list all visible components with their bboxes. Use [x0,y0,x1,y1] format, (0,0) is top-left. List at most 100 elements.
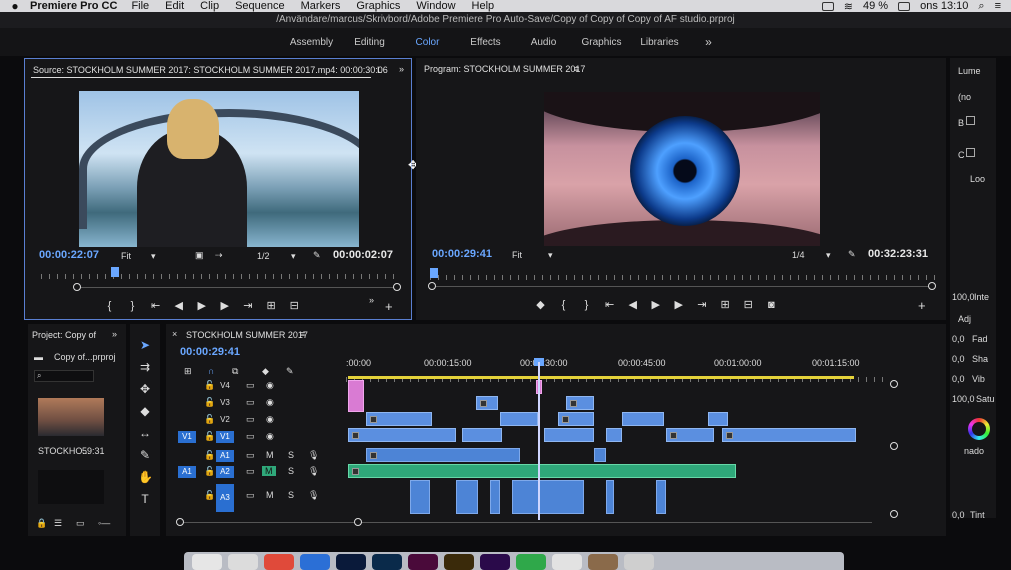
menu-graphics[interactable]: Graphics [356,0,400,12]
workspace-assembly[interactable]: Assembly [283,37,341,48]
go-to-in-icon[interactable]: ⇤ [151,299,160,312]
vibrance-value[interactable]: 0,0 [952,374,965,384]
overwrite-icon[interactable]: ⊟ [290,299,299,312]
step-back-icon[interactable]: ◀ [174,299,183,312]
lumetri-panel-title[interactable]: Lume [958,66,981,76]
lumetri-preset-dropdown[interactable]: (no [958,92,971,102]
video-clip[interactable] [622,412,664,426]
video-clip[interactable] [366,412,432,426]
video-clip[interactable] [566,396,594,410]
icon-view-icon[interactable]: ▭ [76,518,85,529]
microphone-icon[interactable]: 🎙 [308,450,319,461]
lock-icon[interactable]: 🔓 [204,380,215,391]
play-icon[interactable]: ▶ [651,298,660,311]
source-zoom-handle-left[interactable] [73,283,81,291]
audio-clip[interactable] [656,480,666,514]
source-monitor-title[interactable]: Source: STOCKHOLM SUMMER 2017: STOCKHOLM… [33,65,388,75]
timeline-scroll-handle-mid[interactable] [890,442,898,450]
program-monitor-title[interactable]: Program: STOCKHOLM SUMMER 2017 [424,64,585,74]
video-clip[interactable] [544,428,594,442]
video-clip[interactable] [606,428,622,442]
sequence-thumbnail[interactable] [38,470,104,504]
color-wheel[interactable] [968,418,990,440]
mark-in-icon[interactable]: { [559,299,568,311]
video-clip[interactable] [708,412,728,426]
video-clip[interactable] [666,428,714,442]
list-view-icon[interactable]: ☰ [54,518,62,529]
clock[interactable]: ons 13:10 [920,0,968,12]
program-zoom-handle-right[interactable] [928,282,936,290]
display-icon[interactable] [821,1,834,11]
eye-icon[interactable]: ◉ [266,414,274,425]
timeline-zoom-handle-left[interactable] [176,518,184,526]
program-playhead-timecode[interactable]: 00:00:29:41 [432,248,492,260]
dock-app-icon[interactable] [372,554,402,570]
program-video-frame[interactable] [544,92,820,246]
program-resolution-dropdown[interactable]: 1/4 [792,250,805,260]
workspace-editing[interactable]: Editing [341,37,399,48]
add-marker-icon[interactable]: ◆ [262,366,269,377]
ripple-edit-tool-icon[interactable]: ✥ [138,382,152,396]
dock-app-icon[interactable] [444,554,474,570]
solo-button[interactable]: S [288,466,294,476]
selection-tool-icon[interactable]: ➤ [138,338,152,352]
video-clip[interactable] [500,412,538,426]
audio-clip-music[interactable] [348,464,736,478]
razor-tool-icon[interactable]: ◆ [138,404,152,418]
audio-clip[interactable] [366,448,520,462]
menu-window[interactable]: Window [416,0,455,12]
close-icon[interactable]: × [172,329,177,339]
lock-icon[interactable]: 🔒 [36,518,47,529]
play-icon[interactable]: ▶ [197,299,206,312]
button-editor-add-icon[interactable]: + [385,299,393,314]
lock-icon[interactable]: 🔓 [204,397,215,408]
audio-clip[interactable] [456,480,478,514]
sync-lock-icon[interactable]: ▭ [246,380,255,391]
source-video-frame[interactable] [79,91,359,247]
eye-icon[interactable]: ◉ [266,397,274,408]
dock-app-icon[interactable] [408,554,438,570]
panel-menu-icon[interactable]: ≡ [574,64,579,74]
hand-tool-icon[interactable]: ✋ [138,470,153,484]
source-resolution-dropdown[interactable]: 1/2 [257,251,270,261]
extract-icon[interactable]: ⊟ [744,298,753,311]
track-label-v3[interactable]: V3 [216,397,234,409]
nest-icon[interactable]: ⊞ [184,366,192,377]
dock-app-icon[interactable] [264,554,294,570]
intensity-value[interactable]: 100,0 [952,292,975,302]
workspace-effects[interactable]: Effects [457,37,515,48]
solo-button[interactable]: S [288,450,294,460]
dock-app-icon[interactable] [336,554,366,570]
faded-film-value[interactable]: 0,0 [952,334,965,344]
wifi-icon[interactable]: ≋ [844,0,853,13]
slip-tool-icon[interactable]: ↔ [138,426,152,440]
program-time-ruler[interactable] [430,266,936,280]
insert-icon[interactable]: ⊞ [266,299,275,312]
sync-lock-icon[interactable]: ▭ [246,414,255,425]
program-playhead[interactable] [430,268,438,278]
wrench-icon[interactable]: ✎ [313,250,321,261]
source-time-ruler[interactable] [41,265,397,279]
menu-help[interactable]: Help [472,0,495,12]
dock-app-icon[interactable] [228,554,258,570]
sync-lock-icon[interactable]: ▭ [246,490,255,501]
audio-clip[interactable] [512,480,584,514]
wrench-icon[interactable]: ✎ [848,249,856,260]
go-to-out-icon[interactable]: ⇥ [243,299,252,312]
track-label-v2[interactable]: V2 [216,414,234,426]
source-playhead-timecode[interactable]: 00:00:22:07 [39,249,99,261]
panel-overflow-icon[interactable]: » [112,329,117,339]
dock-app-icon[interactable] [192,554,222,570]
source-playhead[interactable] [111,267,119,277]
mute-button[interactable]: M [266,490,274,500]
snap-icon[interactable]: ∩ [208,366,214,376]
track-select-tool-icon[interactable]: ⇉ [138,360,152,374]
source-zoom-bar[interactable] [77,287,395,288]
notification-center-icon[interactable]: ≡ [995,0,1001,12]
lock-icon[interactable]: 🔓 [204,431,215,442]
sync-lock-icon[interactable]: ▭ [246,397,255,408]
step-forward-icon[interactable]: ▶ [220,299,229,312]
video-clip[interactable] [476,396,498,410]
source-patch-v1[interactable]: V1 [178,431,196,443]
panel-overflow-icon[interactable]: » [399,64,404,74]
